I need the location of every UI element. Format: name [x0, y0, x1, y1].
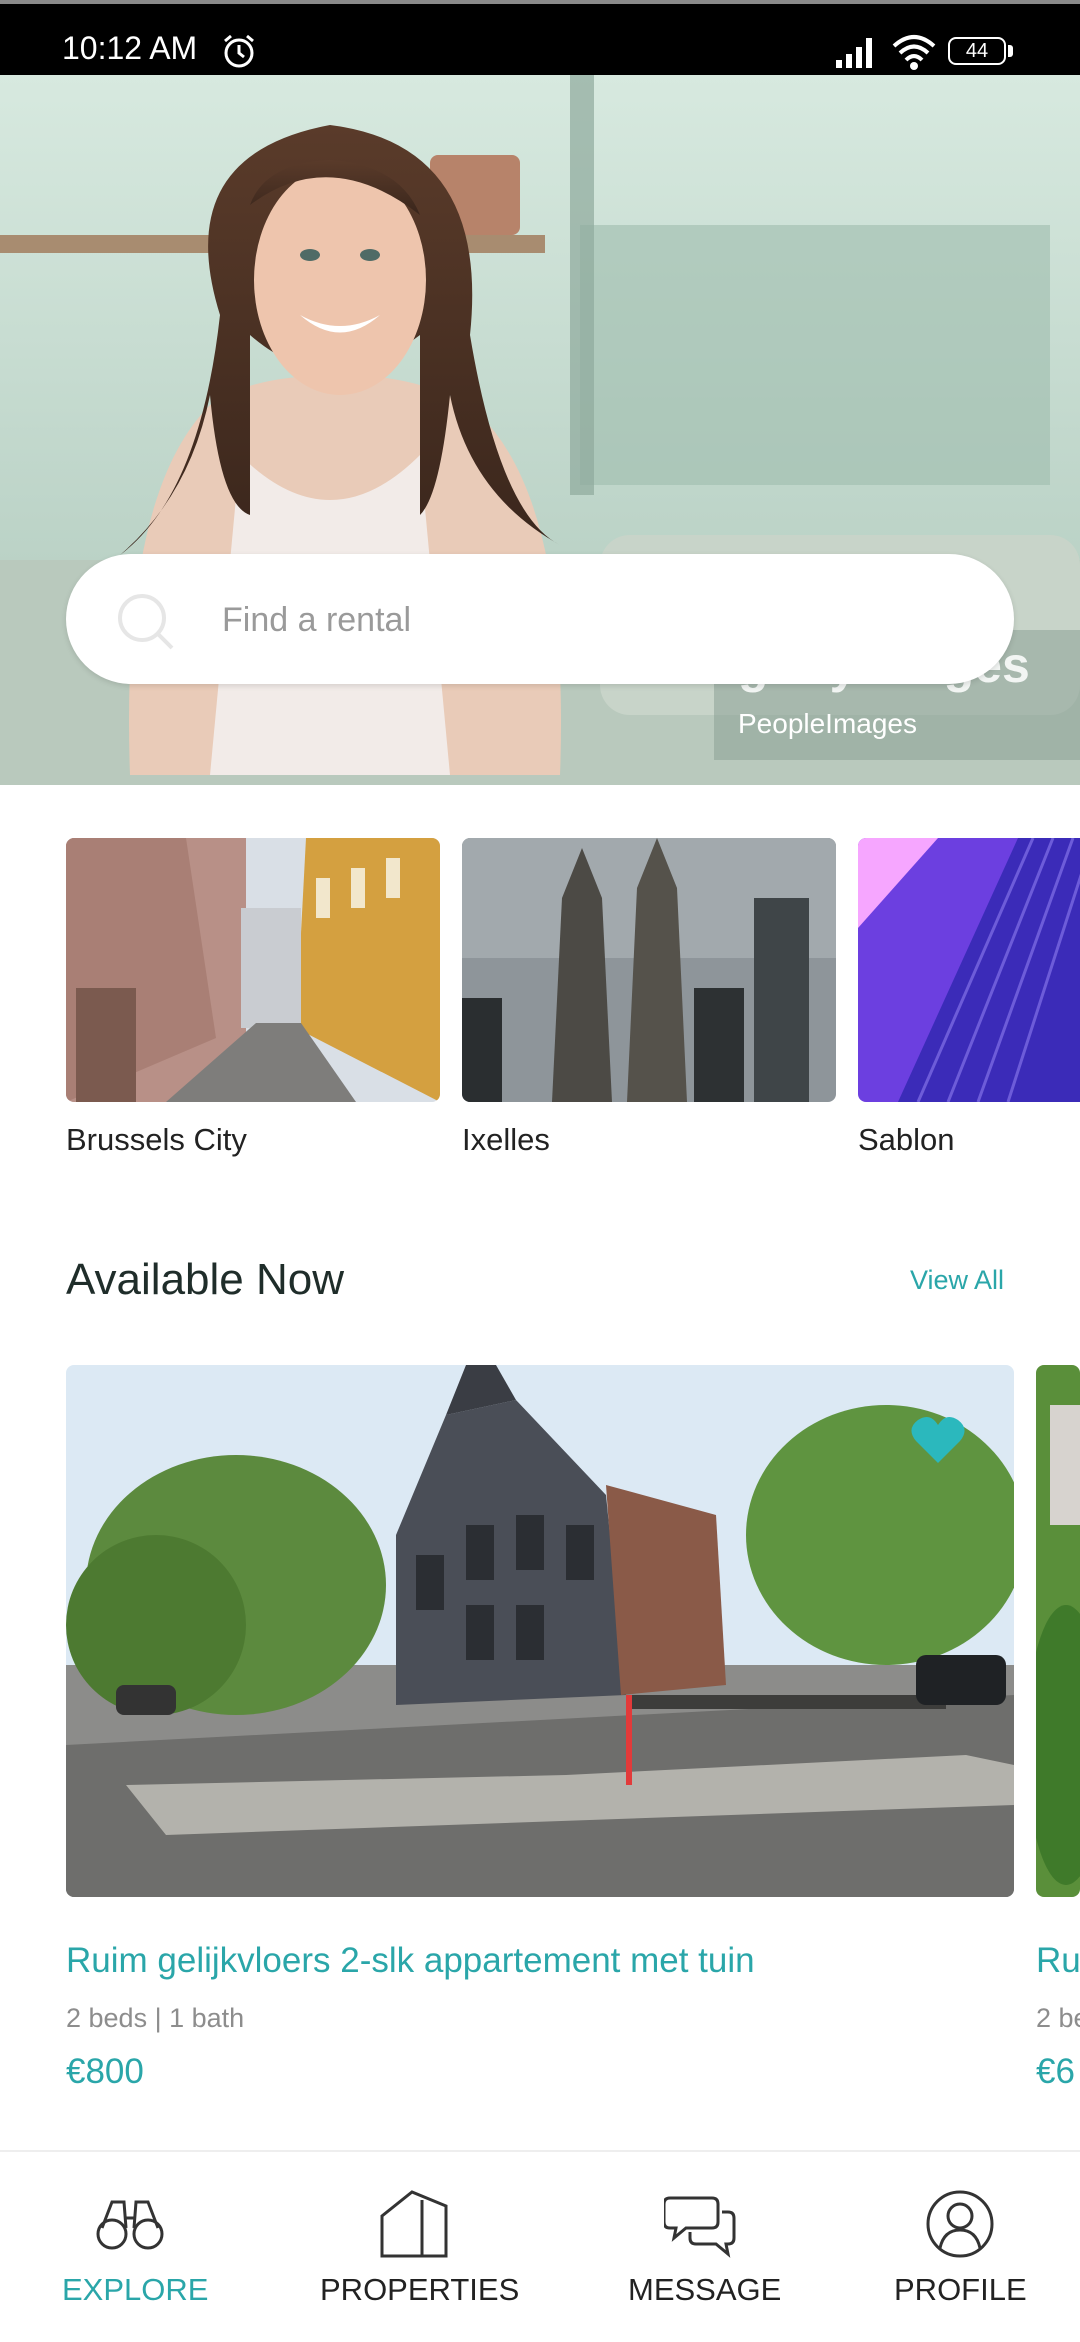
- listing-image: [66, 1365, 1014, 1897]
- listing-card[interactable]: Ru 2 be €6: [1036, 1365, 1080, 2092]
- signal-icon: [836, 38, 872, 68]
- listing-title: Ruim gelijkvloers 2-slk appartement met …: [66, 1941, 755, 1980]
- neighborhood-card-sablon[interactable]: Sablon: [858, 838, 1080, 1158]
- listing-meta: 2 beds | 1 bath: [66, 2003, 245, 2033]
- neighborhood-label: Ixelles: [462, 1122, 550, 1157]
- neighborhood-label: Sablon: [858, 1122, 955, 1157]
- neighborhood-carousel[interactable]: Brussels City Ixelles Sablon: [0, 838, 1080, 1178]
- nav-item-message[interactable]: MESSAGE: [590, 2152, 810, 2342]
- user-profile-icon: [926, 2190, 994, 2258]
- nav-item-profile[interactable]: PROFILE: [860, 2152, 1060, 2342]
- listing-price: €6: [1036, 2052, 1075, 2091]
- listing-title: Ru: [1036, 1941, 1080, 1980]
- bottom-navigation: EXPLORE PROPERTIES MESSAGE PROFILE: [0, 2150, 1080, 2342]
- search-bar[interactable]: [66, 554, 1014, 684]
- nav-label-message: MESSAGE: [628, 2272, 782, 2307]
- watermark-credit: PeopleImages: [738, 708, 918, 739]
- house-icon: [380, 2190, 448, 2258]
- neighborhood-image: [858, 838, 1080, 1102]
- neighborhood-image: [66, 838, 440, 1102]
- listing-price: €800: [66, 2052, 144, 2091]
- listing-image: [1036, 1365, 1080, 1897]
- battery-level: 44: [948, 37, 1006, 65]
- status-time: 10:12 AM: [62, 30, 198, 66]
- neighborhood-card-ixelles[interactable]: Ixelles: [462, 838, 836, 1158]
- view-all-link[interactable]: View All: [910, 1265, 1004, 1296]
- listing-meta: 2 be: [1036, 2003, 1080, 2033]
- neighborhood-label: Brussels City: [66, 1122, 247, 1157]
- search-icon: [118, 594, 174, 650]
- nav-label-properties: PROPERTIES: [320, 2272, 520, 2307]
- nav-label-explore: EXPLORE: [62, 2272, 209, 2307]
- section-title-available-now: Available Now: [66, 1255, 345, 1304]
- nav-label-profile: PROFILE: [894, 2272, 1027, 2307]
- alarm-icon: [224, 34, 254, 68]
- neighborhood-card-brussels-city[interactable]: Brussels City: [66, 838, 440, 1158]
- chat-bubbles-icon: [664, 2196, 736, 2258]
- nav-item-properties[interactable]: PROPERTIES: [300, 2152, 530, 2342]
- battery-indicator: 44: [948, 37, 1016, 67]
- status-bar: 10:12 AM 44: [0, 0, 1080, 75]
- nav-item-explore[interactable]: EXPLORE: [0, 2152, 260, 2342]
- favorite-heart-icon[interactable]: [910, 1415, 966, 1465]
- listing-card[interactable]: Ruim gelijkvloers 2-slk appartement met …: [66, 1365, 1014, 2092]
- wifi-icon: [892, 35, 936, 70]
- binoculars-icon: [96, 2200, 164, 2250]
- neighborhood-image: [462, 838, 836, 1102]
- search-input[interactable]: [220, 588, 944, 652]
